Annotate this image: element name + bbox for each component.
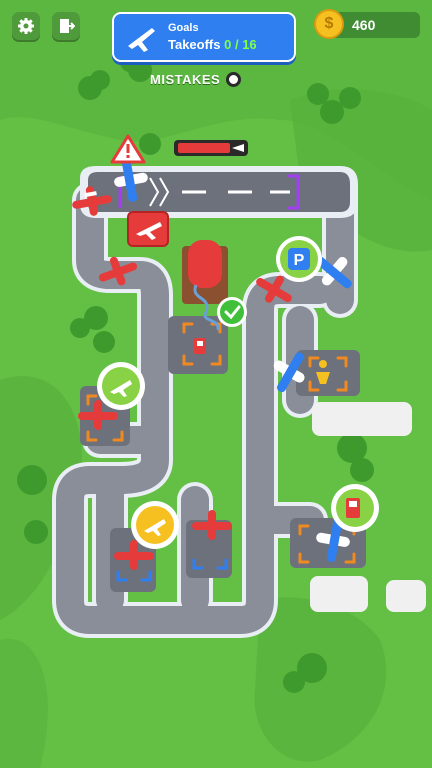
departure-bubble-bottom: [131, 501, 179, 549]
plane-icon: [128, 28, 155, 52]
goals-title: Goals: [168, 22, 199, 34]
settings-button[interactable]: [12, 12, 40, 40]
mistake-slot: [226, 72, 242, 87]
parking-station: P: [276, 236, 322, 282]
airport-map: P: [0, 0, 432, 768]
goals-progress: 0 / 16: [224, 37, 257, 52]
coin-count: 460: [352, 17, 376, 33]
svg-text:P: P: [294, 252, 305, 269]
goals-line: Takeoffs 0 / 16: [168, 37, 257, 52]
takeoff-sign: [127, 211, 169, 247]
runway: [80, 166, 358, 218]
gear-icon: [18, 18, 34, 34]
coin-icon: $: [314, 9, 344, 39]
departure-bubble-left: [97, 362, 145, 410]
exit-button[interactable]: [52, 12, 80, 40]
goals-label: Takeoffs: [168, 37, 221, 52]
fuel-pad-pump-icon: [194, 338, 206, 354]
fuel-station: [331, 484, 379, 532]
coin-counter: $ 460: [314, 9, 420, 39]
takeoff-progress: [174, 140, 248, 156]
exit-door-icon: [60, 19, 75, 33]
grass-patches: [0, 0, 432, 768]
mistakes-label: MISTAKES: [150, 72, 221, 87]
check-icon: [217, 297, 247, 327]
goals-panel: Goals Takeoffs 0 / 16: [112, 12, 296, 62]
mistakes-indicator: MISTAKES: [150, 72, 242, 87]
